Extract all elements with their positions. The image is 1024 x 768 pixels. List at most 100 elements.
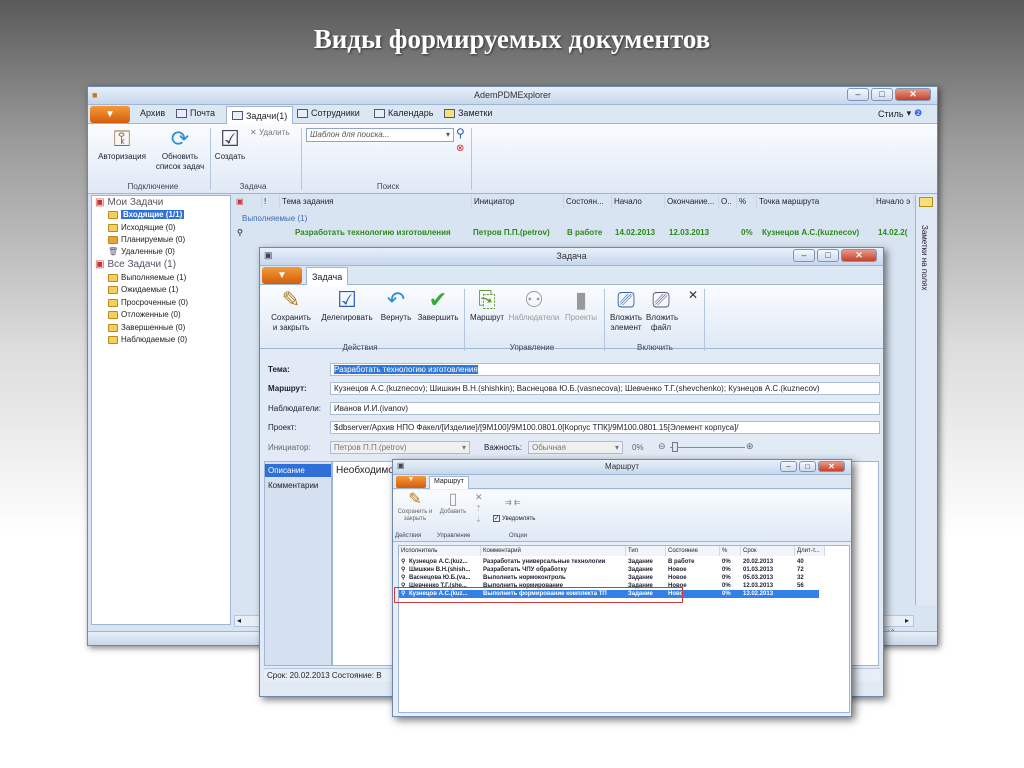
tree-overdue[interactable]: Просроченные (0) xyxy=(108,298,188,307)
tab-calendar[interactable]: Календарь xyxy=(374,108,433,118)
up-icon[interactable]: ⇡ xyxy=(475,504,482,513)
initiator-select[interactable]: Петров П.П.(petrov) ▾ xyxy=(330,441,470,454)
slider-thumb[interactable] xyxy=(672,442,678,452)
tab-employees[interactable]: Сотрудники xyxy=(297,108,360,118)
col-comment[interactable]: Комментарий xyxy=(481,546,626,556)
attach-element-button[interactable]: ⎚ Вложить элемент xyxy=(608,287,644,333)
tab-task[interactable]: Задача xyxy=(306,267,349,285)
projects-button[interactable]: ▮ Проекты xyxy=(562,287,600,323)
col-type[interactable]: Тип xyxy=(626,546,666,556)
tab-archive[interactable]: Архив xyxy=(140,108,165,118)
delegate-button[interactable]: ☑ Делегировать xyxy=(318,287,376,323)
progress-slider[interactable]: ⊖ ⊕ xyxy=(658,441,758,453)
maximize-button[interactable]: □ xyxy=(799,461,816,472)
app-menu-button[interactable]: ▼ xyxy=(90,106,130,123)
col-end[interactable]: Окончание... xyxy=(665,195,719,209)
close-button[interactable]: ✕ xyxy=(841,249,877,262)
col-initiator[interactable]: Инициатор xyxy=(472,195,564,209)
tree-waiting[interactable]: Ожидаемые (1) xyxy=(108,285,178,294)
col-state[interactable]: Состояние xyxy=(666,546,720,556)
tree-postponed[interactable]: Отложенные (0) xyxy=(108,310,181,319)
tab-mail[interactable]: Почта xyxy=(176,108,215,118)
tab-comments[interactable]: Комментарии xyxy=(265,479,331,492)
add-button[interactable]: ▯ Добавить xyxy=(437,491,469,516)
tab-notes[interactable]: Заметки xyxy=(444,108,492,118)
minimize-button[interactable]: – xyxy=(847,88,869,101)
remove-icon[interactable]: ✕ xyxy=(688,288,698,302)
table-row[interactable]: ⚲ Разработать технологию изготовления Пе… xyxy=(237,228,917,240)
tab-route[interactable]: Маршрут xyxy=(429,476,469,489)
create-button[interactable]: ☑ Создать xyxy=(212,126,248,162)
notes-side-panel[interactable]: Заметки на полях xyxy=(915,195,937,605)
notify-checkbox[interactable]: ✓ Уведомлять xyxy=(493,515,535,522)
plus-icon[interactable]: ⊕ xyxy=(746,441,754,452)
route-save-close-button[interactable]: ✎ Сохранить и закрыть xyxy=(397,491,433,523)
delete-button[interactable]: ✕ Удалить xyxy=(250,128,300,138)
col-priority[interactable]: ! xyxy=(262,195,280,209)
search-input[interactable]: Шаблон для поиска... ▾ xyxy=(306,128,454,142)
return-button[interactable]: ↶ Вернуть xyxy=(378,287,414,323)
col-o[interactable]: О.. xyxy=(719,195,737,209)
auth-button[interactable]: ⚿ Авторизация xyxy=(96,126,148,162)
cell-percent: 0% xyxy=(722,559,731,565)
group-header[interactable]: Выполняемые (1) xyxy=(242,214,307,223)
col-subject[interactable]: Тема задания xyxy=(280,195,472,209)
clear-search-icon[interactable]: ⊗ xyxy=(456,143,464,154)
task-tree: ▣ Мои Задачи Входящие (1/1) Исходящие (0)… xyxy=(91,195,231,625)
col-executor[interactable]: Исполнитель xyxy=(399,546,481,556)
col-duration[interactable]: Длит-т... xyxy=(795,546,825,556)
tab-tasks[interactable]: Задачи(1) xyxy=(226,106,294,124)
task-menu-button[interactable]: ▼ xyxy=(262,267,302,284)
col-percent[interactable]: % xyxy=(720,546,741,556)
col-start[interactable]: Начало xyxy=(612,195,665,209)
table-row[interactable]: ⚲ Шишкин В.Н.(shish... Разработать ЧПУ обр… xyxy=(399,566,819,574)
tree-my-tasks[interactable]: ▣ Мои Задачи xyxy=(95,197,163,208)
save-close-button[interactable]: ✎ Сохранить и закрыть xyxy=(268,287,314,333)
route-button[interactable]: ⎘ Маршрут xyxy=(468,287,506,323)
style-menu[interactable]: Стиль ▾ ❷ xyxy=(878,108,922,119)
search-icon[interactable]: ⚲ xyxy=(456,126,465,140)
minimize-button[interactable]: – xyxy=(780,461,797,472)
scroll-right-icon[interactable]: ▸ xyxy=(905,616,909,625)
finish-button[interactable]: ✔ Завершить xyxy=(416,287,460,323)
tree-planned[interactable]: Планируемые (0) xyxy=(108,235,185,244)
col-route-point[interactable]: Точка маршрута xyxy=(757,195,874,209)
minimize-button[interactable]: – xyxy=(793,249,815,262)
col-due[interactable]: Срок xyxy=(741,546,795,556)
folder-icon xyxy=(108,273,118,282)
project-field[interactable]: $dbserver/Архив НПО Факел/[Изделие]/[9М1… xyxy=(330,421,880,434)
col-state[interactable]: Состоян... xyxy=(564,195,612,209)
table-row[interactable]: ⚲ Кузнецов А.С.(kuz... Разработать универс… xyxy=(399,558,819,566)
minus-icon[interactable]: ⊖ xyxy=(658,441,666,452)
close-button[interactable]: ✕ xyxy=(818,461,845,472)
tree-watched[interactable]: Наблюдаемые (0) xyxy=(108,335,187,344)
scroll-left-icon[interactable]: ◂ xyxy=(237,616,241,625)
route-split-icon[interactable]: ⇉ ⇇ xyxy=(505,498,521,507)
route-field[interactable]: Кузнецов А.С.(kuznecov); Шишкин В.Н.(shi… xyxy=(330,382,880,395)
tree-outgoing[interactable]: Исходящие (0) xyxy=(108,223,175,232)
col-icon[interactable]: ▣ xyxy=(234,195,262,209)
tree-all-tasks[interactable]: ▣ Все Задачи (1) xyxy=(95,259,176,270)
subject-field[interactable]: Разработать технологию изготовления xyxy=(330,363,880,376)
attach-file-button[interactable]: ⎚ Вложить файл xyxy=(646,287,678,333)
observers-field[interactable]: Иванов И.И.(ivanov) xyxy=(330,402,880,415)
tree-in-progress[interactable]: Выполняемые (1) xyxy=(108,273,186,282)
tree-deleted[interactable]: 🗑 Удаленные (0) xyxy=(108,247,175,256)
route-menu-button[interactable]: ▼ xyxy=(396,476,426,488)
importance-select[interactable]: Обычная ▾ xyxy=(528,441,623,454)
help-icon[interactable]: ❷ xyxy=(914,108,922,119)
col-percent[interactable]: % xyxy=(737,195,757,209)
maximize-button[interactable]: □ xyxy=(871,88,893,101)
close-button[interactable]: ✕ xyxy=(895,88,931,101)
tab-description[interactable]: Описание xyxy=(265,464,331,477)
col-stage-start[interactable]: Начало э xyxy=(874,195,914,209)
table-row[interactable]: ⚲ Васнецова Ю.Б.(va... Выполнить нормоконт… xyxy=(399,574,819,582)
maximize-button[interactable]: □ xyxy=(817,249,839,262)
remove-icon[interactable]: ✕ xyxy=(475,492,483,503)
initiator-label: Инициатор: xyxy=(268,443,311,452)
tree-inbox[interactable]: Входящие (1/1) xyxy=(108,210,185,219)
observers-button[interactable]: ⚇ Наблюдатели xyxy=(508,287,560,323)
down-icon[interactable]: ⇣ xyxy=(475,515,482,524)
tree-completed[interactable]: Завершенные (0) xyxy=(108,323,185,332)
refresh-button[interactable]: ⟳ Обновить список задач xyxy=(152,126,208,172)
